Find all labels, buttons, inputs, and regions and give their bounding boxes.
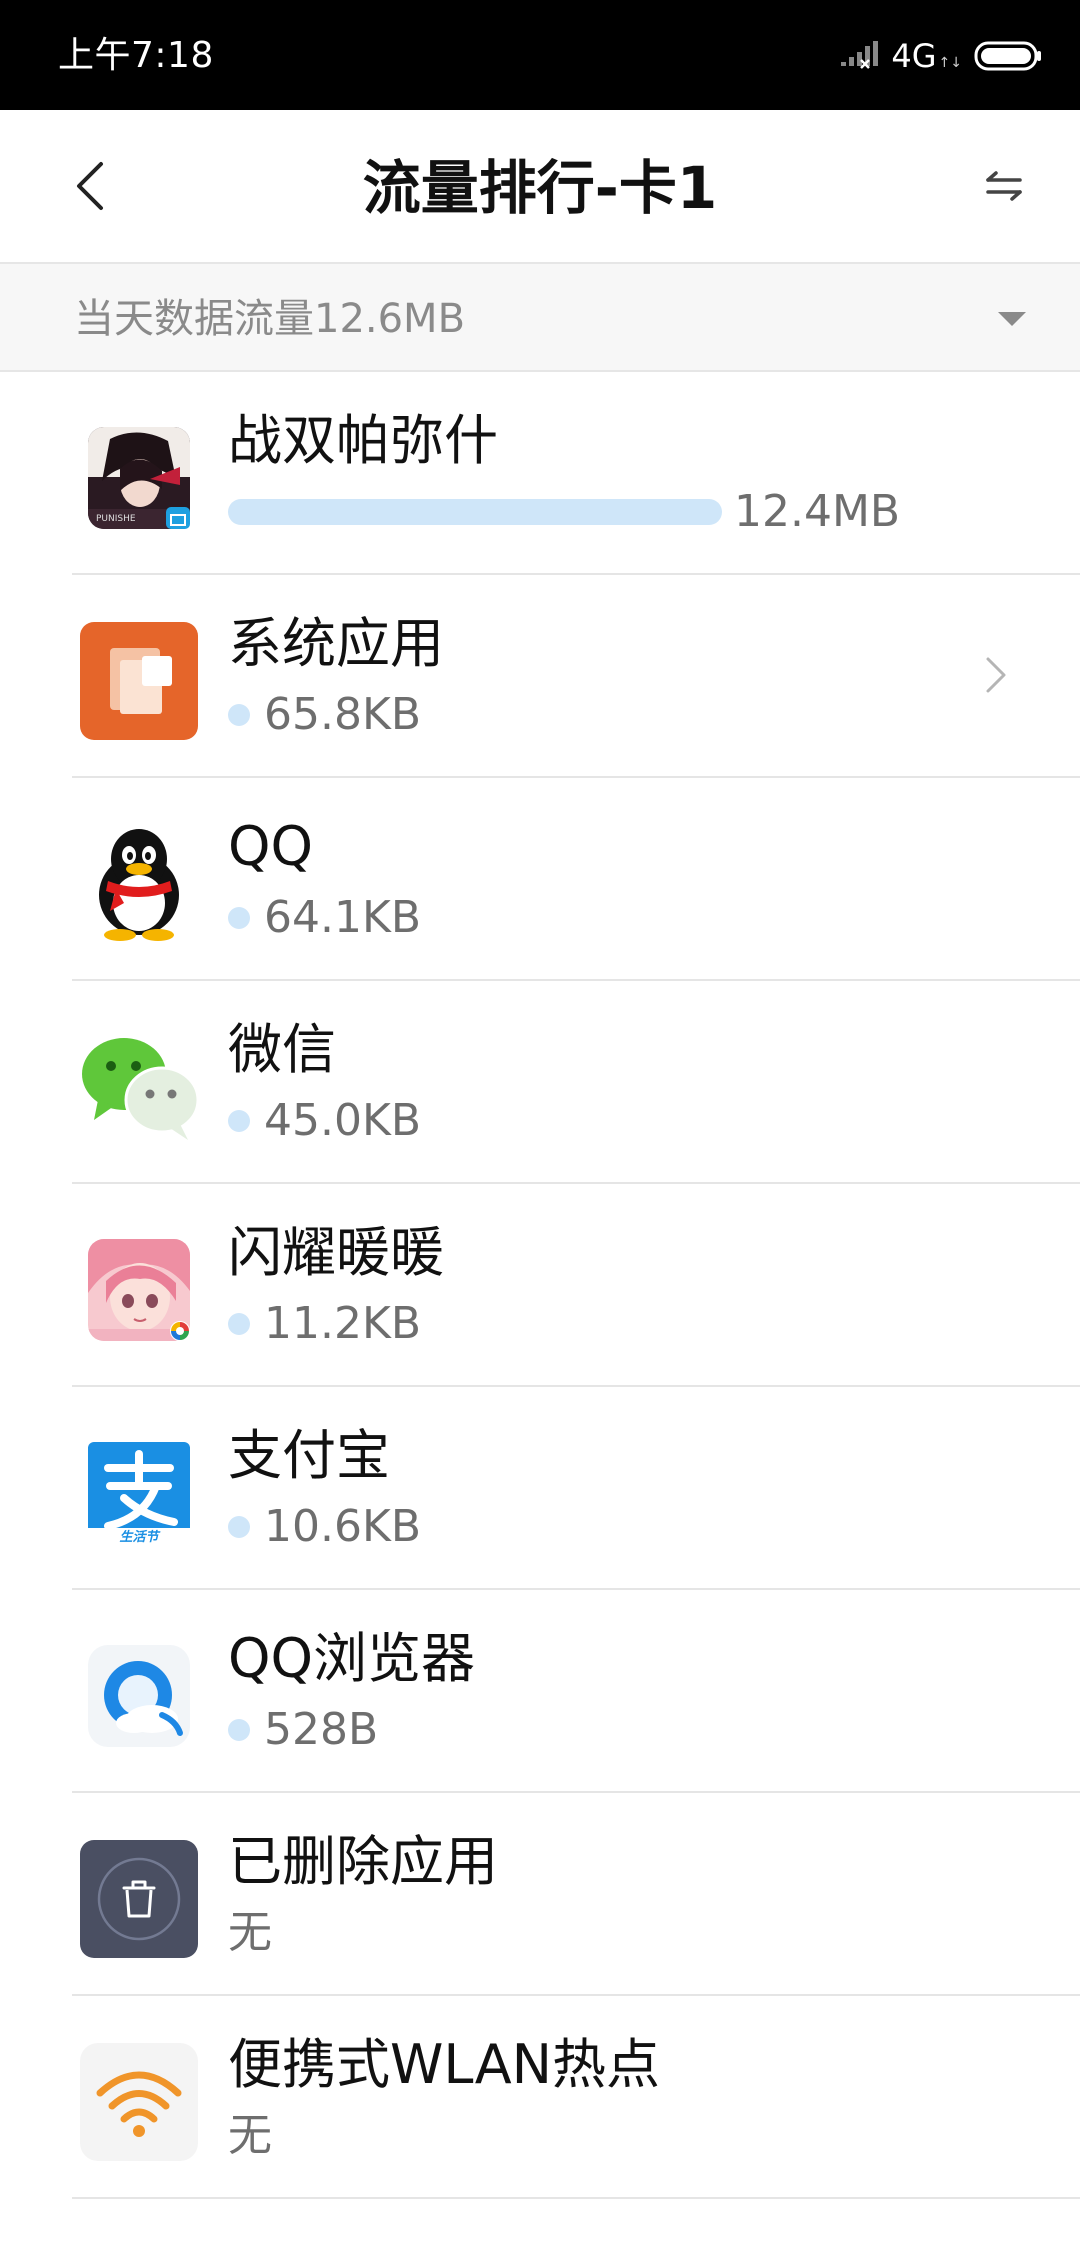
svg-text:PUNISHE: PUNISHE [96, 514, 136, 524]
app-name: 闪耀暖暖 [228, 1221, 444, 1284]
app-usage: 无 [228, 1907, 272, 1959]
app-usage: 45.0KB [228, 1095, 421, 1147]
app-row-deleted-apps[interactable]: 已删除应用 无 [0, 1793, 1080, 1996]
app-name: 系统应用 [228, 612, 444, 675]
page-title: 流量排行-卡1 [362, 154, 718, 222]
usage-amount: 无 [228, 2110, 272, 2161]
usage-amount: 10.6KB [264, 1501, 422, 1552]
system-apps-icon [80, 622, 198, 740]
usage-dot [228, 1516, 250, 1538]
usage-amount: 65.8KB [264, 689, 422, 740]
app-name: 支付宝 [228, 1424, 390, 1487]
status-bar: 上午7:18 4G ↑↓ [0, 0, 1080, 110]
alipay-caption: 生活节 [119, 1529, 160, 1545]
qq-browser-icon [88, 1645, 190, 1747]
shining-nikki-icon [88, 1239, 190, 1341]
app-usage: 65.8KB [228, 689, 421, 741]
app-usage: 12.4MB [228, 486, 900, 538]
qq-penguin-icon [99, 829, 179, 941]
app-usage: 64.1KB [228, 892, 421, 944]
app-row-qq[interactable]: QQ 64.1KB [0, 778, 1080, 981]
network-type: 4G ↑↓ [891, 36, 962, 76]
app-name: 便携式WLAN热点 [228, 2033, 661, 2096]
app-name: 战双帕弥什 [228, 409, 498, 472]
usage-dot [228, 1719, 250, 1741]
usage-amount: 无 [228, 1907, 272, 1958]
app-name: 已删除应用 [228, 1830, 498, 1893]
app-row-wlan-hotspot[interactable]: 便携式WLAN热点 无 [0, 1996, 1080, 2199]
status-time: 上午7:18 [58, 35, 214, 76]
summary-text: 当天数据流量12.6MB [74, 296, 466, 342]
app-usage: 528B [228, 1704, 378, 1756]
app-row-system-apps[interactable]: 系统应用 65.8KB [0, 575, 1080, 778]
row-divider [72, 2197, 1080, 2199]
app-usage: 无 [228, 2110, 272, 2162]
usage-bar-fill [228, 499, 722, 525]
app-usage: 10.6KB [228, 1501, 421, 1553]
wlan-hotspot-icon [80, 2043, 198, 2161]
network-activity-icon: ↑↓ [938, 55, 962, 71]
swap-arrows-icon [986, 171, 1022, 201]
app-row-alipay[interactable]: 生活节 支付宝 10.6KB [0, 1387, 1080, 1590]
app-name: QQ [228, 815, 314, 878]
app-name: QQ浏览器 [228, 1627, 476, 1690]
network-label: 4G [891, 37, 937, 75]
chevron-right-icon[interactable] [984, 653, 1008, 697]
usage-dot [228, 1110, 250, 1132]
data-summary-selector[interactable]: 当天数据流量12.6MB [0, 262, 1080, 372]
signal-icon [841, 41, 879, 69]
dropdown-triangle-icon [998, 312, 1026, 326]
usage-bar [228, 499, 722, 525]
switch-sim-button[interactable] [972, 158, 1036, 214]
alipay-icon: 生活节 [88, 1442, 190, 1545]
wechat-icon [82, 1038, 198, 1140]
usage-amount: 528B [264, 1704, 379, 1755]
app-header: 流量排行-卡1 [0, 110, 1080, 262]
status-indicators: 4G ↑↓ [839, 36, 1042, 76]
usage-dot [228, 1313, 250, 1335]
usage-dot [228, 907, 250, 929]
app-row-wechat[interactable]: 微信 45.0KB [0, 981, 1080, 1184]
punishing-gray-raven-icon: PUNISHE [88, 427, 190, 529]
deleted-apps-icon [80, 1840, 198, 1958]
usage-amount: 45.0KB [264, 1095, 422, 1146]
usage-amount: 64.1KB [264, 892, 422, 943]
app-row-qq-browser[interactable]: QQ浏览器 528B [0, 1590, 1080, 1793]
app-name: 微信 [228, 1018, 336, 1081]
app-row-shining-nikki[interactable]: 闪耀暖暖 11.2KB [0, 1184, 1080, 1387]
app-usage: 11.2KB [228, 1298, 421, 1350]
usage-dot [228, 704, 250, 726]
app-usage-list: PUNISHE 战双帕弥什 12.4MB 系统应用 65.8KB QQ 64.1… [0, 372, 1080, 2199]
app-row-punishing-gray-raven[interactable]: PUNISHE 战双帕弥什 12.4MB [0, 372, 1080, 575]
battery-icon [974, 41, 1041, 71]
usage-amount: 12.4MB [734, 486, 901, 537]
usage-amount: 11.2KB [264, 1298, 422, 1349]
